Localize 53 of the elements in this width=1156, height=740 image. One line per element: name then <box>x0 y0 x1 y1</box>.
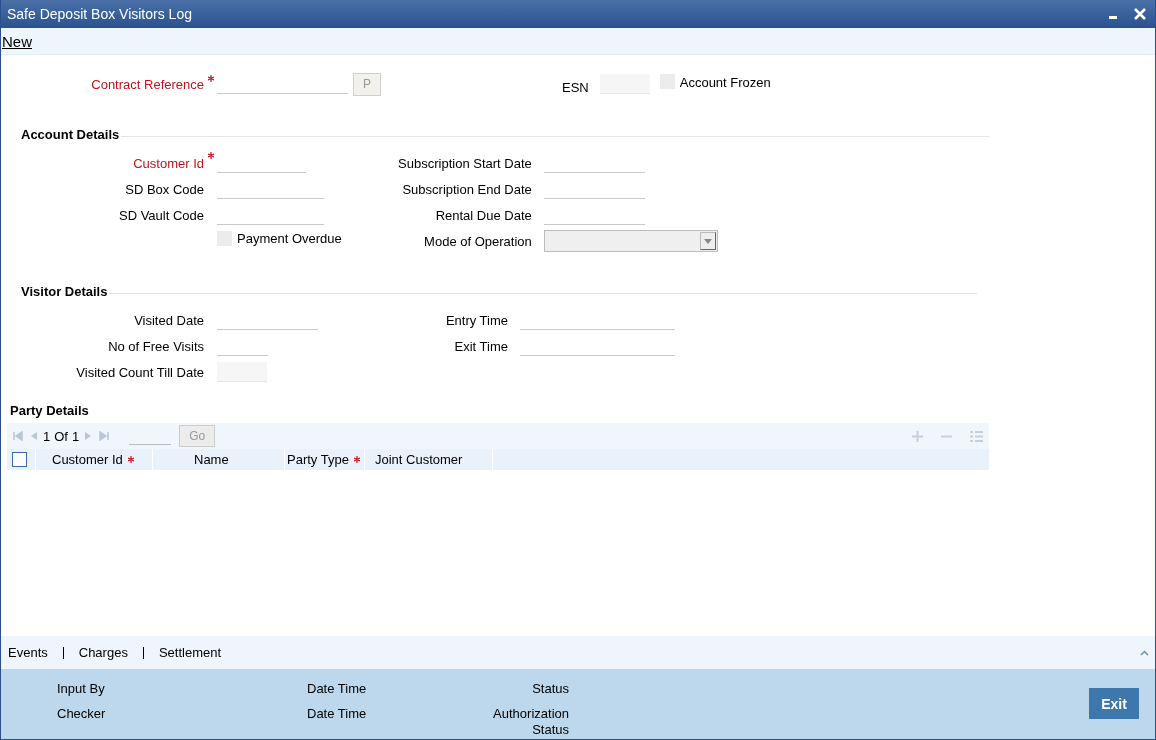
field-label: Subscription End Date <box>401 181 532 197</box>
section-title: Account Details <box>21 126 120 142</box>
required-icon <box>353 456 360 463</box>
esn-field[interactable] <box>599 74 650 94</box>
checkbox[interactable] <box>12 452 27 467</box>
column-header: Customer Id <box>52 452 123 467</box>
column-header: Joint Customer <box>375 452 463 467</box>
field-label: Customer Id <box>132 155 204 171</box>
collapse-icon[interactable] <box>1140 649 1149 656</box>
add-icon[interactable] <box>912 430 923 442</box>
audit-label: Checker <box>57 706 107 723</box>
audit-label: Date Time <box>307 706 368 723</box>
field-label: Subscription Start Date <box>397 155 532 171</box>
page-count: 1 <box>71 428 80 444</box>
tab-link[interactable]: Charges <box>77 645 129 660</box>
checkbox-label: Account Frozen <box>679 74 771 90</box>
tab-link[interactable]: Settlement <box>157 645 223 660</box>
new-link[interactable]: New <box>2 32 32 50</box>
column-header: Party Type <box>287 452 349 467</box>
checkbox-label: Payment Overdue <box>237 230 342 246</box>
field-label: Rental Due Date <box>434 207 532 223</box>
first-page-icon[interactable] <box>13 431 23 441</box>
field-label: Exit Time <box>453 338 508 354</box>
section-title: Party Details <box>9 403 90 419</box>
list-icon[interactable] <box>970 430 983 442</box>
audit-label: Input By <box>57 681 106 698</box>
column-header: Name <box>194 452 229 467</box>
section-title: Visitor Details <box>21 283 108 299</box>
field-label: Entry Time <box>444 312 508 328</box>
field-label: ESN <box>562 79 589 95</box>
page-of-label: Of <box>54 428 68 444</box>
last-page-icon[interactable] <box>99 431 110 441</box>
required-icon <box>127 456 134 463</box>
close-icon[interactable] <box>1133 7 1147 21</box>
required-icon <box>207 74 214 82</box>
tab-link[interactable]: Events <box>7 645 49 660</box>
field-label: Visited Date <box>133 312 204 328</box>
input-field[interactable] <box>217 362 267 382</box>
dropdown-arrow-icon <box>703 238 712 244</box>
audit-label: Status <box>531 681 569 698</box>
audit-label: Date Time <box>307 681 368 698</box>
field-label: SD Vault Code <box>117 207 204 223</box>
window-title: Safe Deposit Box Visitors Log <box>7 6 192 22</box>
field-label: SD Box Code <box>124 181 204 197</box>
field-label: Visited Count Till Date <box>75 364 204 380</box>
dropdown[interactable] <box>543 230 718 252</box>
required-icon <box>207 152 214 159</box>
previous-page-icon[interactable] <box>29 431 38 441</box>
field-label: Mode of Operation <box>423 233 532 249</box>
page-number: 1 <box>43 428 51 444</box>
exit-button[interactable]: Exit <box>1089 688 1139 719</box>
field-label: No of Free Visits <box>107 338 204 354</box>
field-label: Contract Reference <box>90 76 204 92</box>
